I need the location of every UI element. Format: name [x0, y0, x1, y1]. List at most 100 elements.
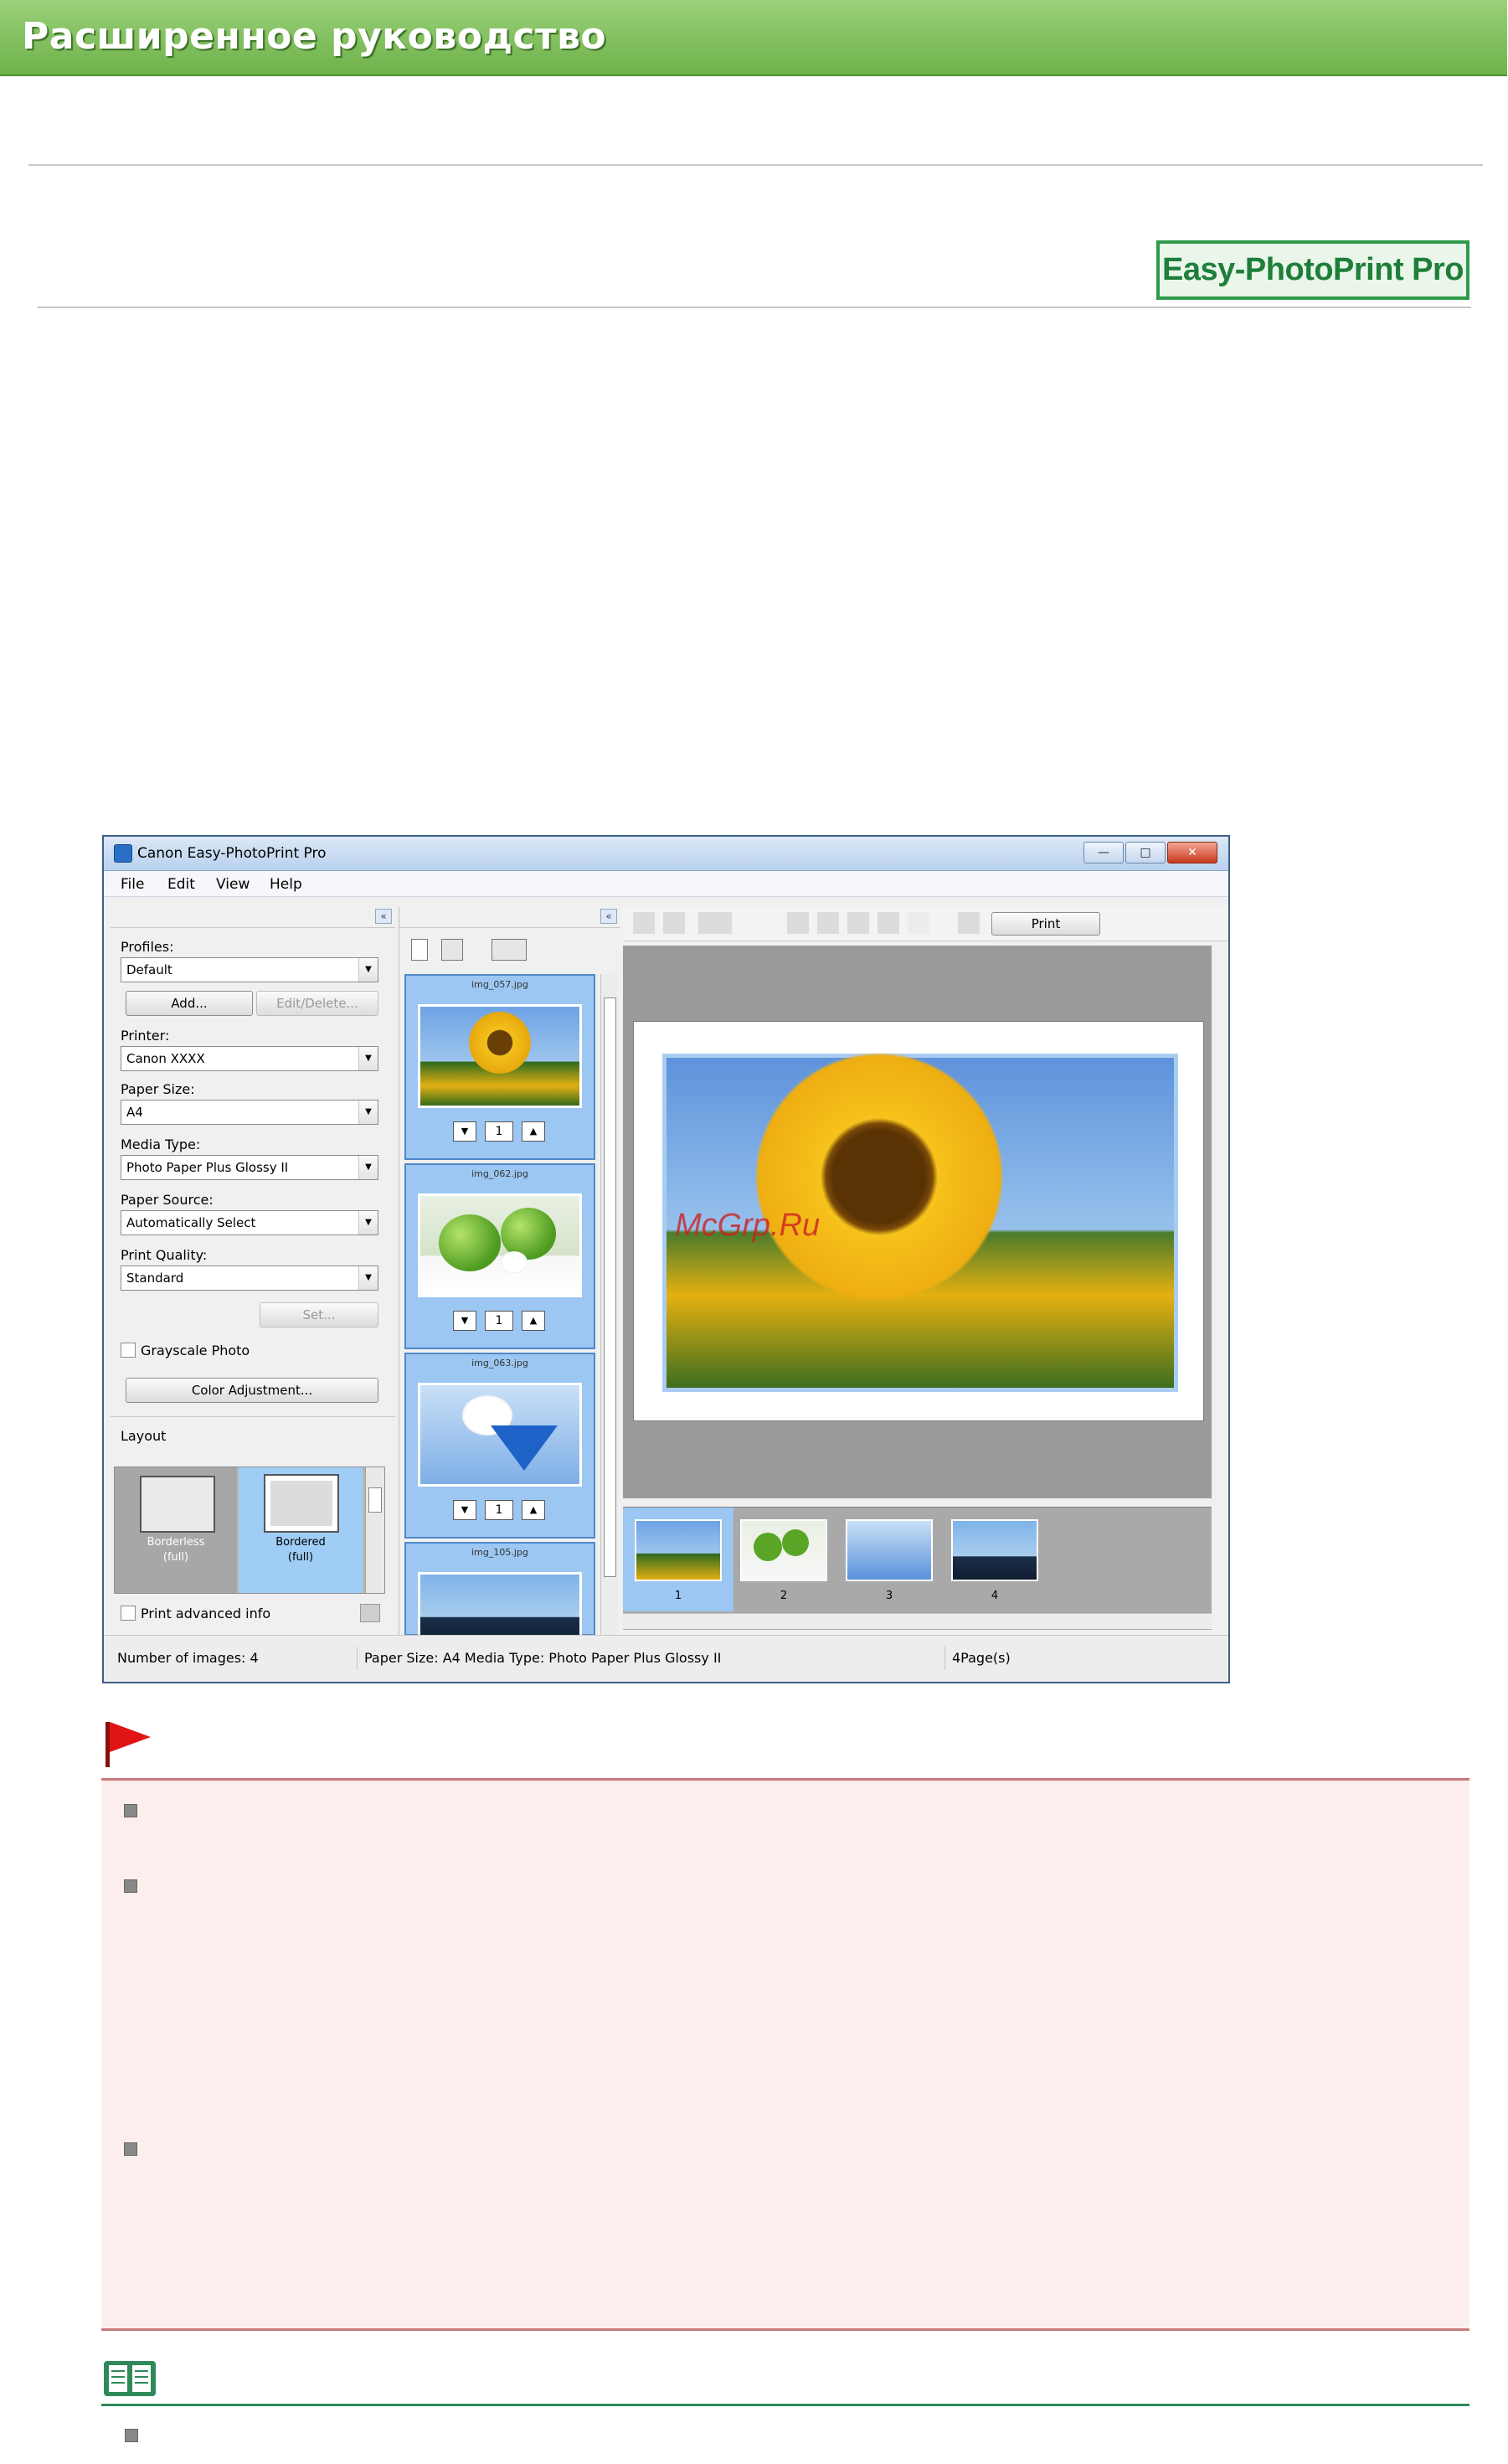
paper-source-select[interactable]: Automatically Select ▼ [121, 1210, 378, 1235]
bordered-line2: (full) [287, 1551, 314, 1564]
page-strip-scrollbar[interactable] [623, 1613, 1212, 1629]
preview-panel: Print 1 2 3 4 [623, 907, 1228, 1636]
increase-copies-button[interactable]: ▲ [522, 1311, 545, 1331]
layout-menu-icon[interactable] [698, 912, 732, 934]
profiles-label: Profiles: [121, 939, 174, 955]
chevron-down-icon: ▼ [358, 1156, 378, 1179]
rotate-right-icon[interactable] [817, 912, 839, 934]
menu-file[interactable]: File [121, 876, 144, 893]
color-adjustment-button[interactable]: Color Adjustment... [126, 1378, 378, 1403]
print-preview-icon[interactable] [958, 912, 980, 934]
add-image-icon[interactable] [411, 939, 428, 961]
app-icon [114, 844, 132, 863]
copies-value[interactable]: 1 [485, 1121, 513, 1142]
important-notice-box [101, 1778, 1469, 2331]
layout-scrollbar[interactable] [365, 1467, 384, 1593]
layout-list[interactable]: Borderless (full) Bordered (full) [114, 1467, 385, 1594]
thumbnail-filename: img_105.jpg [471, 1547, 528, 1558]
paper-size-label: Paper Size: [121, 1081, 195, 1097]
note-divider [101, 2404, 1469, 2406]
set-quality-button[interactable]: Set... [260, 1302, 378, 1327]
rotate-page-icon[interactable] [633, 912, 655, 934]
add-profile-button[interactable]: Add... [126, 991, 253, 1016]
decrease-copies-button[interactable]: ▼ [453, 1121, 476, 1142]
minimize-button[interactable]: — [1083, 842, 1124, 863]
paper-size-select[interactable]: A4 ▼ [121, 1100, 378, 1125]
apples-thumbnail [418, 1193, 582, 1297]
menu-view[interactable]: View [216, 876, 250, 893]
collapse-image-list-icon[interactable]: « [600, 909, 617, 924]
printer-value: Canon XXXX [126, 1051, 205, 1066]
media-type-label: Media Type: [121, 1137, 201, 1152]
sunflower-thumbnail [418, 1004, 582, 1108]
edit-delete-profile-button[interactable]: Edit/Delete... [256, 991, 378, 1016]
page-header-title: Расширенное руководство [22, 15, 607, 58]
chevron-down-icon: ▼ [358, 1047, 378, 1070]
print-quality-select[interactable]: Standard ▼ [121, 1266, 378, 1291]
layout-option-borderless[interactable]: Borderless (full) [115, 1467, 237, 1593]
next-image-icon[interactable] [663, 912, 685, 934]
menu-help[interactable]: Help [270, 876, 302, 893]
page-header-banner: Расширенное руководство [0, 0, 1507, 76]
thumbnail-filename: img_063.jpg [471, 1358, 528, 1369]
media-type-value: Photo Paper Plus Glossy II [126, 1160, 289, 1175]
advanced-info-settings-icon[interactable] [360, 1604, 380, 1622]
borderless-layout-icon [140, 1476, 215, 1533]
window-title: Canon Easy-PhotoPrint Pro [137, 845, 327, 862]
grayscale-checkbox[interactable] [121, 1343, 136, 1358]
page-thumbnail[interactable] [740, 1519, 827, 1581]
media-type-select[interactable]: Photo Paper Plus Glossy II ▼ [121, 1155, 378, 1180]
copies-value[interactable]: 1 [485, 1311, 513, 1331]
text-icon[interactable] [908, 912, 929, 934]
chevron-down-icon: ▼ [358, 1266, 378, 1290]
page-thumbnail[interactable] [635, 1519, 722, 1581]
printer-select[interactable]: Canon XXXX ▼ [121, 1046, 378, 1071]
settings-panel: « Profiles: Default ▼ Add... Edit/Delete.… [111, 907, 395, 1636]
preview-toolbar: Print [623, 907, 1228, 941]
bullet-icon [124, 1879, 137, 1893]
rotate-left-icon[interactable] [787, 912, 809, 934]
divider-badge [38, 307, 1471, 308]
image-list-panel: « img_057.jpg ▼ 1 ▲ img_062.jpg ▼ 1 ▲ im… [399, 907, 620, 1647]
bullet-icon [125, 2429, 138, 2442]
profiles-select[interactable]: Default ▼ [121, 957, 378, 982]
thumbnail-card[interactable]: img_057.jpg ▼ 1 ▲ [404, 974, 595, 1160]
close-button[interactable]: ✕ [1167, 842, 1217, 863]
page-number: 3 [885, 1590, 893, 1602]
remove-image-icon[interactable] [441, 939, 463, 961]
status-image-count: Number of images: 4 [117, 1650, 259, 1666]
print-date-icon[interactable] [878, 912, 899, 934]
thumbnail-card[interactable]: img_063.jpg ▼ 1 ▲ [404, 1353, 595, 1539]
increase-copies-button[interactable]: ▲ [522, 1500, 545, 1520]
page-number: 2 [780, 1590, 788, 1602]
print-advanced-label: Print advanced info [141, 1606, 271, 1621]
thumbnail-card[interactable]: img_062.jpg ▼ 1 ▲ [404, 1163, 595, 1349]
page-thumbnail[interactable] [951, 1519, 1038, 1581]
decrease-copies-button[interactable]: ▼ [453, 1500, 476, 1520]
thumbnail-filename: img_062.jpg [471, 1168, 528, 1179]
print-advanced-checkbox[interactable] [121, 1606, 136, 1621]
product-badge: Easy-PhotoPrint Pro [1156, 240, 1469, 300]
layout-label: Layout [121, 1428, 167, 1444]
menu-edit[interactable]: Edit [167, 876, 195, 893]
copies-value[interactable]: 1 [485, 1500, 513, 1520]
note-book-icon [104, 2361, 156, 2396]
page-number: 4 [991, 1590, 999, 1602]
page-thumbnail[interactable] [846, 1519, 933, 1581]
status-bar: Number of images: 4 Paper Size: A4 Media… [104, 1635, 1228, 1682]
profiles-value: Default [126, 962, 172, 977]
status-paper-info: Paper Size: A4 Media Type: Photo Paper P… [357, 1647, 721, 1670]
view-mode-icon[interactable] [492, 939, 527, 961]
layout-option-bordered[interactable]: Bordered (full) [239, 1467, 363, 1593]
decrease-copies-button[interactable]: ▼ [453, 1311, 476, 1331]
collapse-settings-icon[interactable]: « [375, 909, 392, 924]
page-number: 1 [674, 1590, 682, 1602]
crop-icon[interactable] [847, 912, 869, 934]
image-list-scrollbar[interactable] [600, 974, 618, 1636]
scrollbar-thumb[interactable] [604, 997, 616, 1577]
increase-copies-button[interactable]: ▲ [522, 1121, 545, 1142]
maximize-button[interactable]: □ [1125, 842, 1166, 863]
thumbnail-card[interactable]: img_105.jpg [404, 1542, 595, 1647]
print-button[interactable]: Print [991, 912, 1100, 936]
print-quality-label: Print Quality: [121, 1247, 208, 1263]
